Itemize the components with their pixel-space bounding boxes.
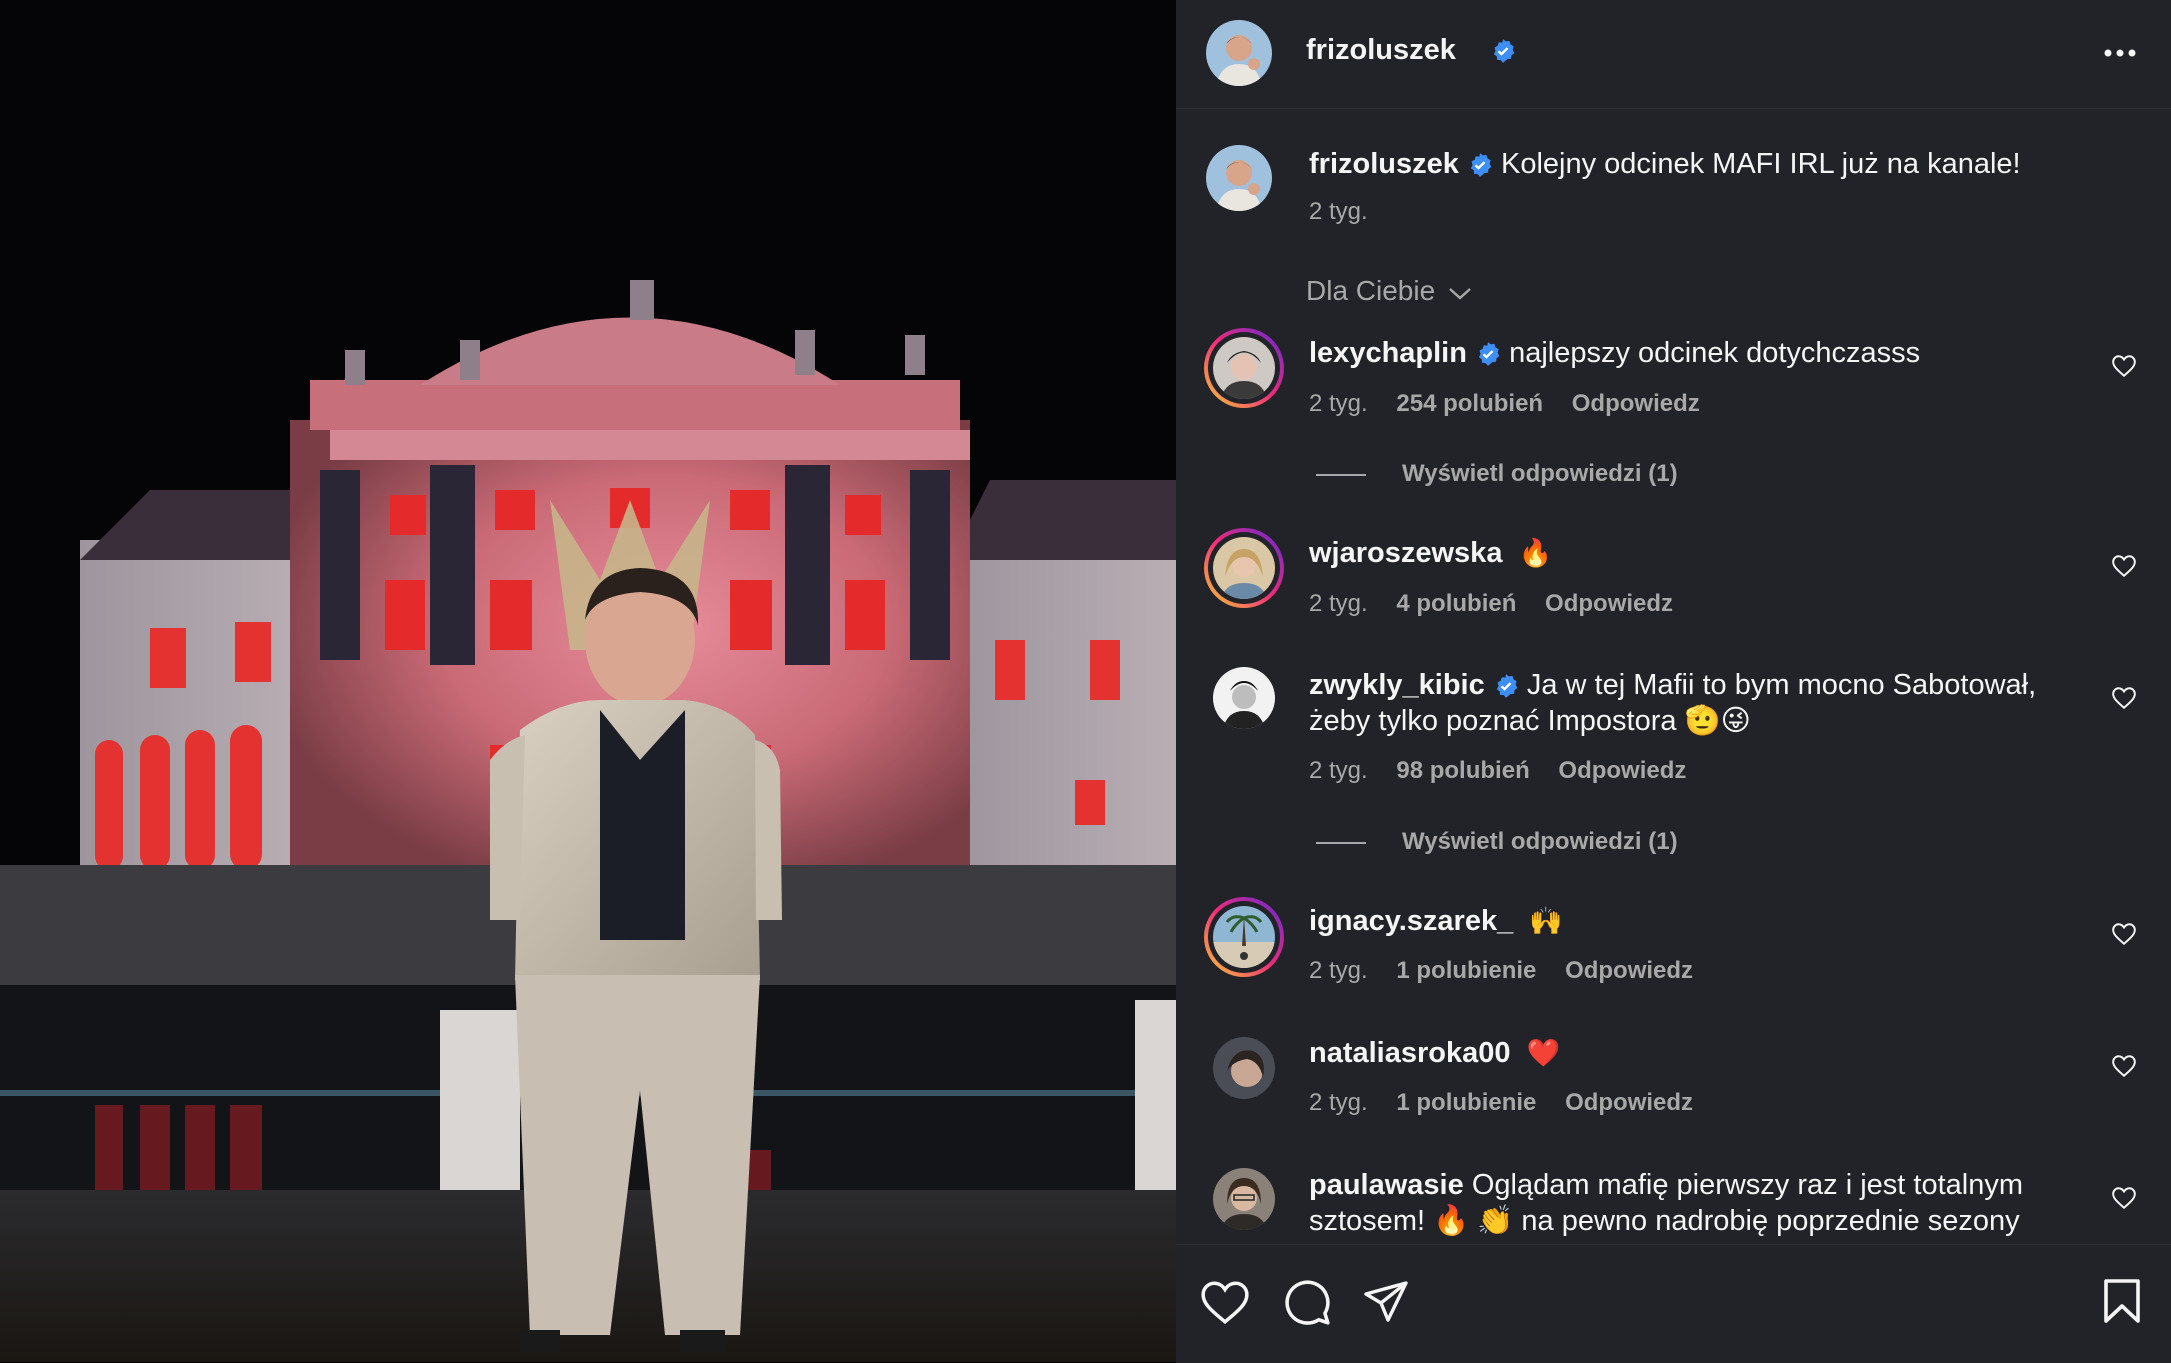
verified-icon xyxy=(1493,39,1515,63)
verified-icon xyxy=(1470,153,1492,178)
reply-button[interactable]: Odpowiedz xyxy=(1565,1089,1693,1116)
heart-icon[interactable] xyxy=(2111,685,2137,711)
comment-avatar[interactable] xyxy=(1213,667,1275,729)
share-icon[interactable] xyxy=(1362,1279,1410,1325)
heart-icon[interactable] xyxy=(2111,1185,2137,1211)
verified-icon xyxy=(1496,674,1518,699)
comment-username[interactable]: wjaroszewska xyxy=(1309,537,1502,569)
comment-text: Ja w tej Mafii to bym mocno Sabotował, xyxy=(1526,669,2037,701)
comment-text: 🔥 xyxy=(1518,538,1553,569)
comment-text: Oglądam mafię pierwszy raz i jest totaln… xyxy=(1471,1169,2023,1201)
comment-icon[interactable] xyxy=(1282,1277,1332,1327)
chevron-down-icon xyxy=(1449,287,1471,300)
comment-username[interactable]: ignacy.szarek_ xyxy=(1309,905,1513,937)
caption: frizoluszek Kolejny odcinek MAFI IRL już… xyxy=(1309,146,2021,182)
comment-body: zwykly_kibic Ja w tej Mafii to bym mocno… xyxy=(1309,667,2129,739)
author-username[interactable]: frizoluszek xyxy=(1306,34,1456,67)
comment-text-line2: żeby tylko poznać Impostora 🫡😜 xyxy=(1309,705,1751,737)
action-bar xyxy=(1176,1244,2171,1363)
comment-text-line2: sztosem! 🔥 👏 na pewno nadrobię poprzedni… xyxy=(1309,1205,2020,1237)
comment-username[interactable]: paulawasie xyxy=(1309,1169,1464,1201)
comment-text: najlepszy odcinek dotychczasss xyxy=(1509,337,1921,369)
caption-username[interactable]: frizoluszek xyxy=(1309,148,1459,180)
sort-label: Dla Ciebie xyxy=(1306,275,1436,306)
comment-time: 2 tyg. xyxy=(1309,390,1368,417)
caption-avatar[interactable] xyxy=(1206,145,1272,211)
reply-button[interactable]: Odpowiedz xyxy=(1572,390,1700,417)
comment-avatar[interactable] xyxy=(1213,1168,1275,1230)
comment-time: 2 tyg. xyxy=(1309,957,1368,984)
caption-time: 2 tyg. xyxy=(1309,198,1368,225)
comment-username[interactable]: nataliasroka00 xyxy=(1309,1037,1511,1069)
view-replies-button[interactable]: Wyświetl odpowiedzi (1) xyxy=(1316,828,1678,856)
comment-time: 2 tyg. xyxy=(1309,757,1368,784)
comment-body: wjaroszewska 🔥 xyxy=(1309,535,1552,572)
comment-username[interactable]: zwykly_kibic xyxy=(1309,669,1485,701)
comment-text: 🙌 xyxy=(1529,906,1563,937)
bookmark-icon[interactable] xyxy=(2102,1277,2142,1325)
comment-text: ❤️ xyxy=(1526,1038,1561,1069)
comment-likes[interactable]: 1 polubienie xyxy=(1396,1089,1536,1116)
comment-avatar[interactable] xyxy=(1213,537,1275,599)
reply-button[interactable]: Odpowiedz xyxy=(1558,757,1686,784)
more-icon[interactable] xyxy=(2103,48,2137,58)
post-header: frizoluszek xyxy=(1176,0,2171,109)
view-replies-label: Wyświetl odpowiedzi (1) xyxy=(1402,828,1678,855)
comment-likes[interactable]: 254 polubień xyxy=(1396,390,1543,417)
heart-icon[interactable] xyxy=(2111,553,2137,579)
comment-avatar[interactable] xyxy=(1213,1037,1275,1099)
comment-time: 2 tyg. xyxy=(1309,590,1368,617)
heart-icon[interactable] xyxy=(2111,353,2137,379)
comment-likes[interactable]: 98 polubień xyxy=(1396,757,1529,784)
caption-text: Kolejny odcinek MAFI IRL już na kanale! xyxy=(1501,148,2021,180)
post-photo[interactable] xyxy=(0,0,1176,1362)
comment-body: paulawasie Oglądam mafię pierwszy raz i … xyxy=(1309,1167,2129,1239)
post-image-illustration xyxy=(0,0,1176,1362)
comment-body: ignacy.szarek_ 🙌 xyxy=(1309,903,1563,940)
verified-icon xyxy=(1478,342,1500,367)
view-replies-button[interactable]: Wyświetl odpowiedzi (1) xyxy=(1316,460,1678,488)
author-avatar[interactable] xyxy=(1206,20,1272,86)
heart-icon[interactable] xyxy=(2111,1053,2137,1079)
heart-icon[interactable] xyxy=(1200,1279,1250,1325)
comment-body: nataliasroka00 ❤️ xyxy=(1309,1035,1560,1072)
heart-icon[interactable] xyxy=(2111,921,2137,947)
comment-likes[interactable]: 4 polubień xyxy=(1396,590,1516,617)
comment-body: lexychaplin najlepszy odcinek dotychczas… xyxy=(1309,335,1920,371)
reply-button[interactable]: Odpowiedz xyxy=(1545,590,1673,617)
sort-dropdown[interactable]: Dla Ciebie xyxy=(1306,275,1473,307)
view-replies-label: Wyświetl odpowiedzi (1) xyxy=(1402,460,1678,487)
comment-avatar[interactable] xyxy=(1213,906,1275,968)
comment-username[interactable]: lexychaplin xyxy=(1309,337,1467,369)
comment-avatar[interactable] xyxy=(1213,337,1275,399)
comment-likes[interactable]: 1 polubienie xyxy=(1396,957,1536,984)
comments-panel: frizoluszek frizoluszek Kolejny odcinek … xyxy=(1176,0,2171,1363)
reply-button[interactable]: Odpowiedz xyxy=(1565,957,1693,984)
comment-time: 2 tyg. xyxy=(1309,1089,1368,1116)
